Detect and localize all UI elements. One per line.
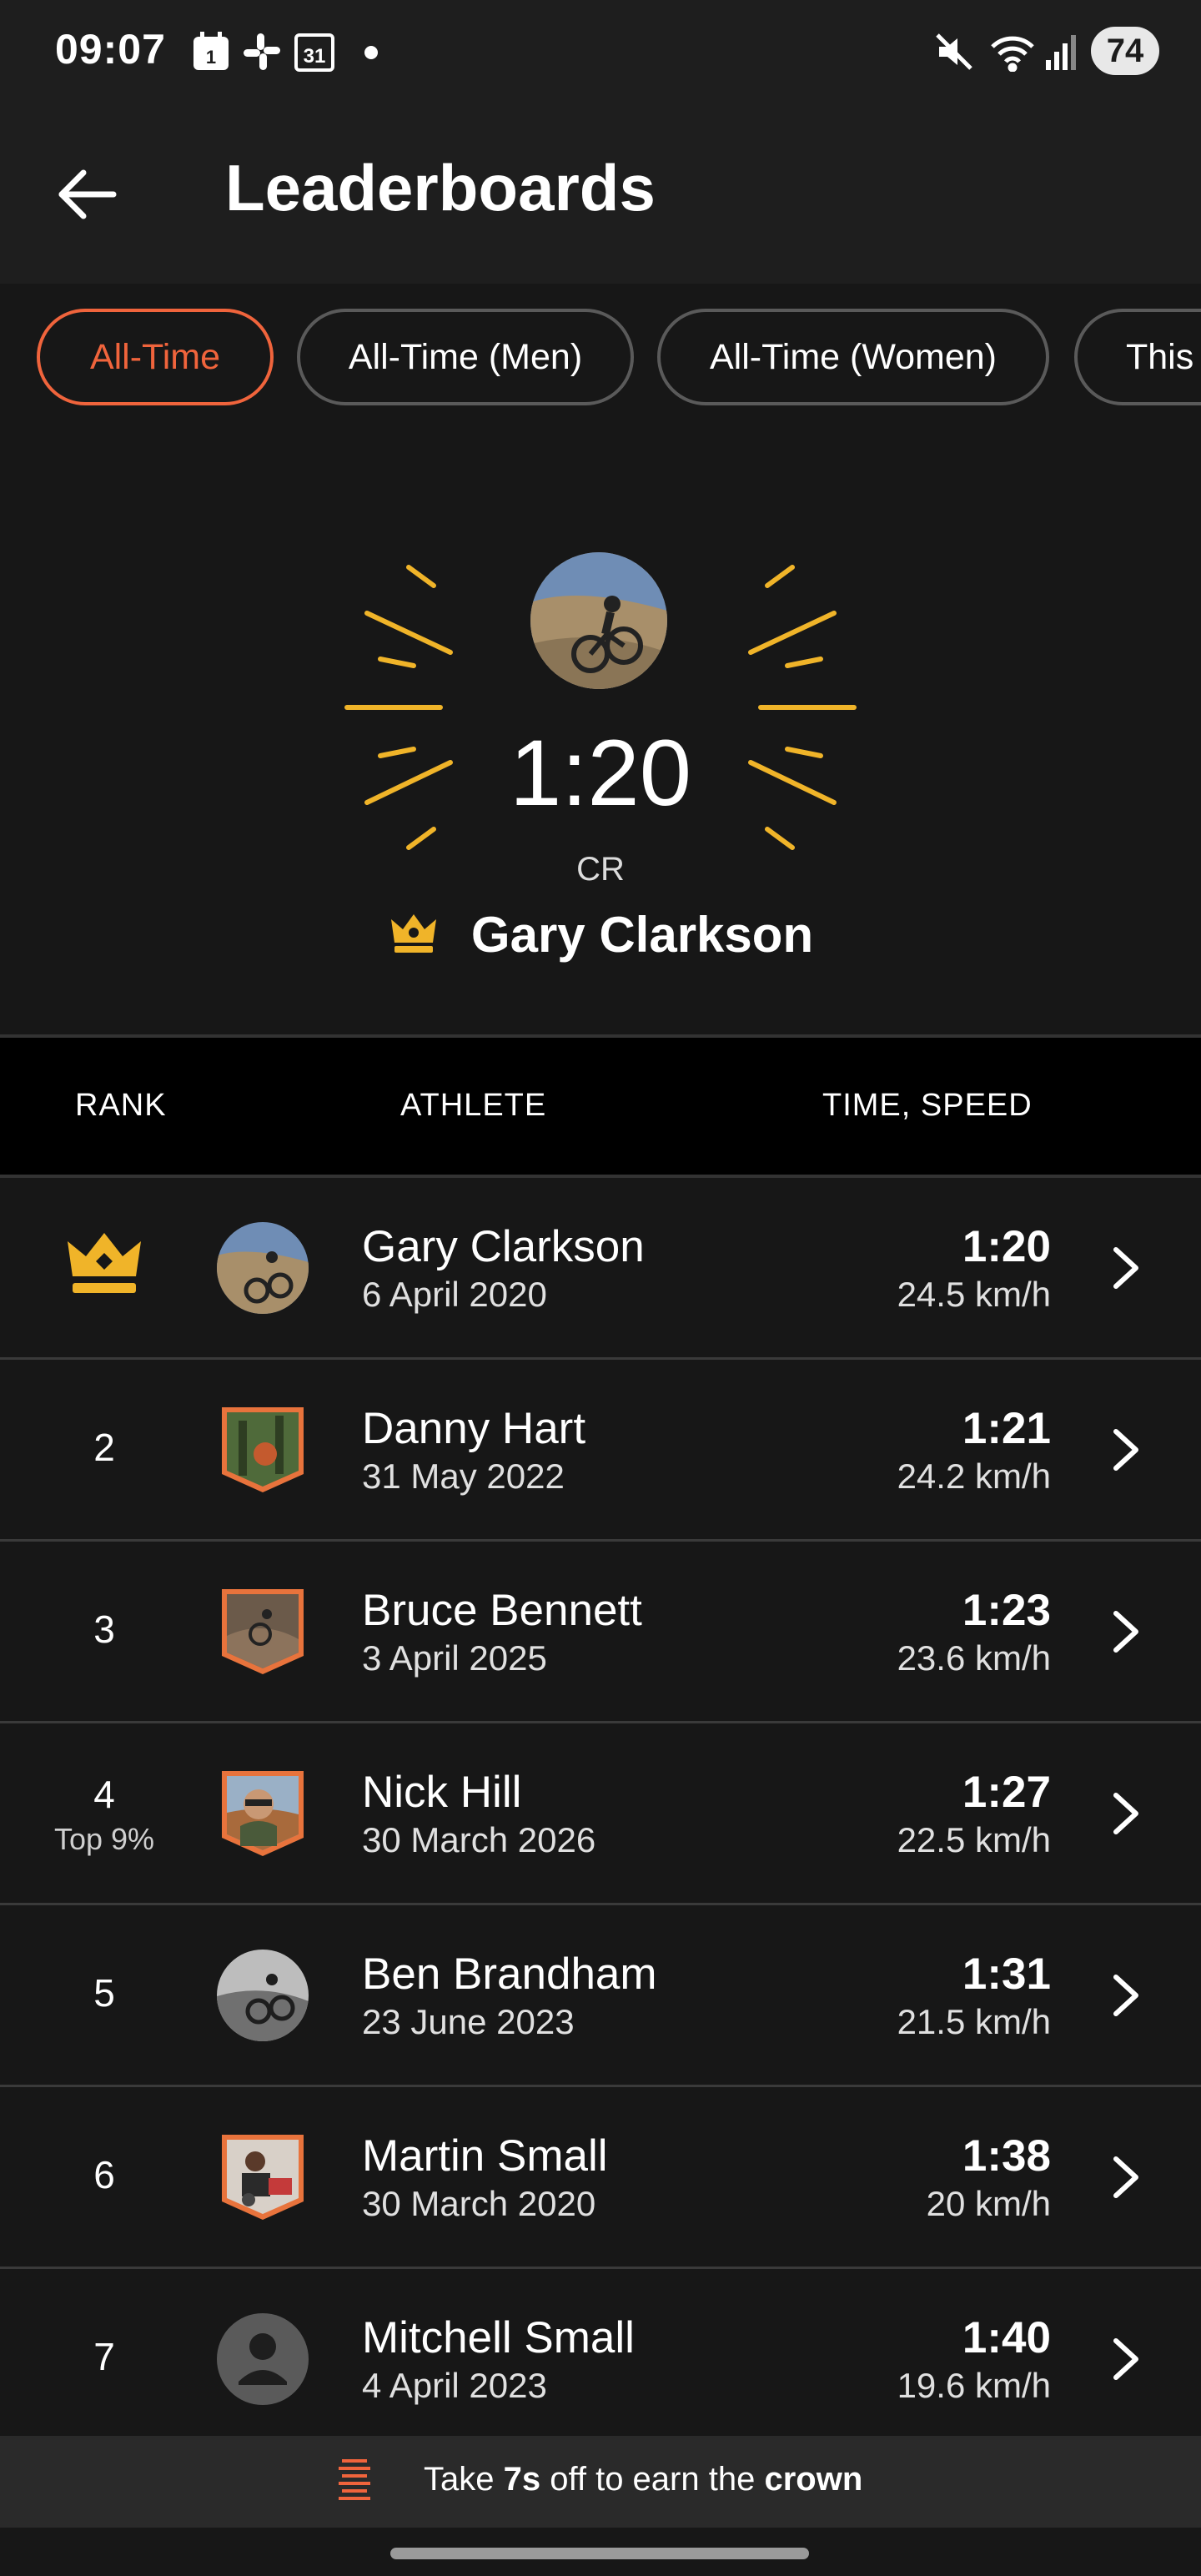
crown-icon xyxy=(33,1228,175,1307)
effort-date: 31 May 2022 xyxy=(362,1457,565,1496)
chevron-right-icon xyxy=(1109,1790,1143,1841)
filter-all-time[interactable]: All-Time xyxy=(37,309,274,405)
effort-speed: 24.2 km/h xyxy=(897,1457,1051,1496)
dot-icon xyxy=(364,45,379,64)
status-bar: 09:07 1 31 74 xyxy=(0,0,1201,103)
effort-date: 23 June 2023 xyxy=(362,2002,575,2041)
effort-bars-icon xyxy=(335,2458,374,2508)
rank-number: 6 xyxy=(93,2153,115,2196)
crown-goal-text: Take 7s off to earn the crown xyxy=(424,2461,863,2498)
chevron-right-icon xyxy=(1109,1426,1143,1477)
effort-speed: 19.6 km/h xyxy=(897,2366,1051,2405)
rank-percentile: Top 9% xyxy=(53,1822,155,1856)
chevron-right-icon xyxy=(1109,1608,1143,1659)
chevron-right-icon xyxy=(1109,1245,1143,1296)
calendar-31-icon: 31 xyxy=(294,32,335,76)
header-rank: RANK xyxy=(75,1088,167,1123)
leaderboard-row[interactable]: 5 Ben Brandham 23 June 2023 1:31 21.5 km… xyxy=(0,1905,1201,2087)
mute-icon xyxy=(934,32,974,76)
effort-date: 3 April 2025 xyxy=(362,1638,547,1678)
effort-time: 1:38 xyxy=(962,2131,1051,2181)
filter-this[interactable]: This xyxy=(1074,309,1201,405)
svg-text:1: 1 xyxy=(206,47,216,68)
signal-icon xyxy=(1044,32,1078,76)
page-title: Leaderboards xyxy=(225,151,656,224)
effort-speed: 23.6 km/h xyxy=(897,1638,1051,1678)
effort-time: 1:31 xyxy=(962,1950,1051,1999)
athlete-avatar[interactable] xyxy=(217,1768,309,1859)
leader-name[interactable]: Gary Clarkson xyxy=(471,907,813,963)
filter-all-time-men[interactable]: All-Time (Men) xyxy=(297,309,634,405)
course-record-hero: 1:20 CR Gary Clarkson xyxy=(0,434,1201,1034)
calendar-icon: 1 xyxy=(192,32,230,76)
leaderboard-row[interactable]: Gary Clarkson 6 April 2020 1:20 24.5 km/… xyxy=(0,1178,1201,1360)
chevron-right-icon xyxy=(1109,1972,1143,2023)
wifi-icon xyxy=(989,32,1036,76)
leaderboard-list: Gary Clarkson 6 April 2020 1:20 24.5 km/… xyxy=(0,1178,1201,2451)
rank-number: 3 xyxy=(93,1607,115,1651)
leaderboard-row[interactable]: 4 Top 9% Nick Hill 30 March 2026 1:27 22… xyxy=(0,1723,1201,1905)
effort-speed: 24.5 km/h xyxy=(897,1275,1051,1314)
athlete-avatar[interactable] xyxy=(217,1222,309,1314)
leaderboard-row[interactable]: 2 Danny Hart 31 May 2022 1:21 24.2 km/h xyxy=(0,1360,1201,1542)
rank-number: 2 xyxy=(93,1426,115,1469)
leaderboard-row[interactable]: 7 Mitchell Small 4 April 2023 1:40 19.6 … xyxy=(0,2269,1201,2451)
athlete-name: Martin Small xyxy=(362,2131,608,2181)
battery-icon: 74 xyxy=(1091,27,1159,75)
athlete-name: Mitchell Small xyxy=(362,2313,635,2362)
rank-number: 5 xyxy=(93,1971,115,2015)
rank-number: 7 xyxy=(93,2335,115,2378)
leaderboard-row[interactable]: 3 Bruce Bennett 3 April 2025 1:23 23.6 k… xyxy=(0,1542,1201,1723)
athlete-name: Nick Hill xyxy=(362,1768,522,1817)
leader-avatar[interactable] xyxy=(530,552,667,689)
leader-name-row: Gary Clarkson xyxy=(0,906,1201,963)
athlete-name: Gary Clarkson xyxy=(362,1222,645,1271)
leaderboard-row[interactable]: 6 Martin Small 30 March 2020 1:38 20 km/… xyxy=(0,2087,1201,2269)
rank-number: 4 xyxy=(93,1773,115,1816)
table-header: RANK ATHLETE TIME, SPEED xyxy=(0,1034,1201,1178)
app-bar: Leaderboards xyxy=(0,103,1201,284)
effort-time: 1:20 xyxy=(962,1222,1051,1271)
header-athlete: ATHLETE xyxy=(400,1088,547,1123)
athlete-name: Bruce Bennett xyxy=(362,1586,642,1635)
effort-speed: 22.5 km/h xyxy=(897,1820,1051,1859)
effort-date: 4 April 2023 xyxy=(362,2366,547,2405)
chevron-right-icon xyxy=(1109,2154,1143,2205)
chevron-right-icon xyxy=(1109,2336,1143,2387)
effort-time: 1:21 xyxy=(962,1404,1051,1453)
status-time: 09:07 xyxy=(55,26,166,73)
filter-chips: All-Time All-Time (Men) All-Time (Women)… xyxy=(0,284,1201,434)
athlete-avatar[interactable] xyxy=(217,1586,309,1678)
effort-time: 1:40 xyxy=(962,2313,1051,2362)
effort-speed: 21.5 km/h xyxy=(897,2002,1051,2041)
filter-all-time-women[interactable]: All-Time (Women) xyxy=(657,309,1049,405)
svg-text:31: 31 xyxy=(304,45,326,68)
default-avatar-icon[interactable] xyxy=(217,2313,309,2405)
athlete-avatar[interactable] xyxy=(217,1404,309,1496)
crown-icon xyxy=(388,911,440,958)
back-button[interactable] xyxy=(50,157,125,232)
athlete-avatar[interactable] xyxy=(217,1950,309,2041)
crown-goal-banner[interactable]: Take 7s off to earn the crown xyxy=(0,2436,1201,2528)
course-record-time: 1:20 xyxy=(510,721,691,825)
athlete-name: Danny Hart xyxy=(362,1404,586,1453)
effort-date: 30 March 2026 xyxy=(362,1820,596,1859)
header-time-speed: TIME, SPEED xyxy=(822,1088,1033,1123)
course-record-label: CR xyxy=(576,851,625,888)
arrow-left-icon xyxy=(58,169,117,219)
effort-date: 6 April 2020 xyxy=(362,1275,547,1314)
effort-time: 1:23 xyxy=(962,1586,1051,1635)
effort-time: 1:27 xyxy=(962,1768,1051,1817)
athlete-name: Ben Brandham xyxy=(362,1950,657,1999)
athlete-avatar[interactable] xyxy=(217,2131,309,2223)
effort-speed: 20 km/h xyxy=(926,2184,1051,2223)
effort-date: 30 March 2020 xyxy=(362,2184,596,2223)
home-indicator[interactable] xyxy=(390,2548,809,2559)
slack-icon xyxy=(242,32,282,76)
